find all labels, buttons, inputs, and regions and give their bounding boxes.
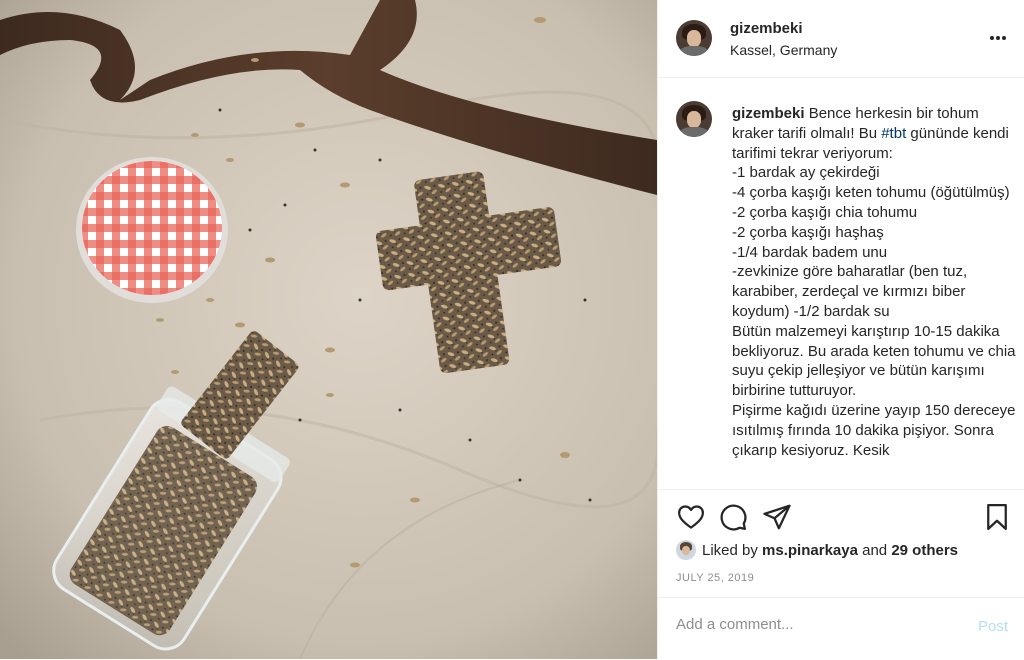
paper-plane-icon[interactable] <box>762 502 792 532</box>
post-photo[interactable] <box>0 0 657 659</box>
hashtag-link[interactable]: #tbt <box>881 125 906 142</box>
post-location-link[interactable]: Kassel, Germany <box>730 42 837 58</box>
more-horizontal-icon[interactable] <box>988 28 1008 48</box>
heart-icon[interactable] <box>676 502 706 532</box>
comment-form: Post <box>658 597 1024 660</box>
caption-avatar[interactable] <box>676 101 712 137</box>
liked-by-user-link[interactable]: ms.pinarkaya <box>762 542 858 559</box>
comment-input[interactable] <box>676 616 946 633</box>
caption-section: gizembeki Bence herkesin bir tohum krake… <box>658 79 1024 489</box>
liker-avatar[interactable] <box>676 540 696 560</box>
post-comment-button[interactable]: Post <box>978 618 1008 635</box>
post-date[interactable]: JULY 25, 2019 <box>676 572 754 584</box>
comment-bubble-icon[interactable] <box>718 502 748 532</box>
caption-body-text: gününde kendi tarifimi tekrar veriyorum:… <box>732 124 1016 459</box>
bookmark-icon[interactable] <box>982 502 1012 532</box>
caption-username-link[interactable]: gizembeki <box>732 105 805 122</box>
post-actions: Liked by ms.pinarkaya and 29 others JULY… <box>658 489 1024 659</box>
liked-by-others-link[interactable]: 29 others <box>891 542 958 559</box>
liked-by-prefix: Liked by <box>702 542 763 559</box>
post-sidebar: gizembeki Kassel, Germany gizembeki Benc… <box>657 0 1024 659</box>
post-header: gizembeki Kassel, Germany <box>658 0 1024 78</box>
user-avatar[interactable] <box>676 20 712 56</box>
post-caption: gizembeki Bence herkesin bir tohum krake… <box>732 104 1017 460</box>
likes-summary: Liked by ms.pinarkaya and 29 others <box>676 540 958 560</box>
crackers-photo-image <box>0 0 657 659</box>
post-username-link[interactable]: gizembeki <box>730 20 803 37</box>
liked-by-and: and <box>857 542 892 559</box>
